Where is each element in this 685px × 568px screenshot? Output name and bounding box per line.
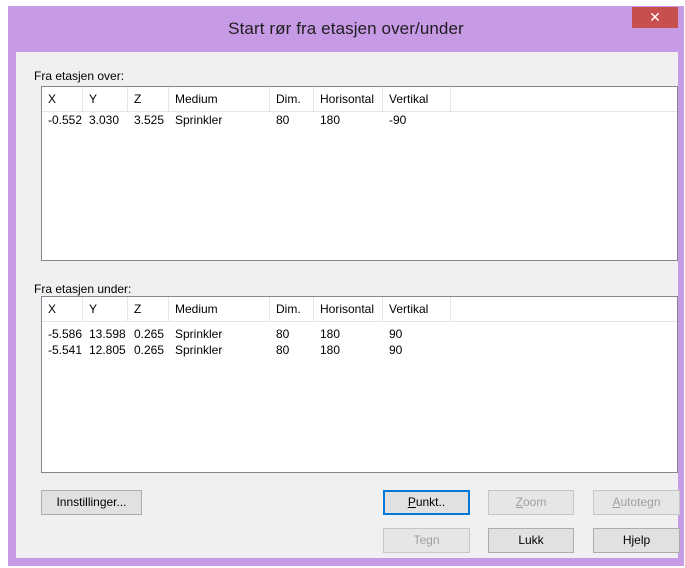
autotegn-label: utotegn [620,495,661,509]
autotegn-button[interactable]: Autotegn [593,490,680,515]
cell-z: 0.265 [134,343,165,357]
settings-button[interactable]: Innstillinger... [41,490,142,515]
table-row[interactable]: -5.541 12.805 0.265 Sprinkler 80 180 90 [42,342,677,358]
cell-dim: 80 [276,343,290,357]
above-listview[interactable]: X Y Z Medium Dim. Horisontal Vertikal -0… [41,86,678,261]
cell-vertikal: -90 [389,113,407,127]
above-list-header: X Y Z Medium Dim. Horisontal Vertikal [42,87,677,112]
cell-x: -0.552 [48,113,83,127]
zoom-button[interactable]: Zoom [488,490,574,515]
zoom-accel: Z [515,495,523,509]
col-header-vertikal[interactable]: Vertikal [383,297,451,321]
col-header-vertikal[interactable]: Vertikal [383,87,451,111]
zoom-label: oom [523,495,547,509]
title-bar[interactable]: Start rør fra etasjen over/under ✕ [8,6,684,52]
punkt-button[interactable]: Punkt.. [383,490,470,515]
cell-horisontal: 180 [320,113,341,127]
col-header-y[interactable]: Y [83,297,128,321]
cell-vertikal: 90 [389,343,403,357]
below-listview[interactable]: X Y Z Medium Dim. Horisontal Vertikal -5… [41,296,678,473]
cell-z: 0.265 [134,327,165,341]
hjelp-button[interactable]: Hjelp [593,528,680,553]
punkt-accel: P [407,495,416,509]
col-header-medium[interactable]: Medium [169,87,270,111]
dialog-client: Fra etasjen over: X Y Z Medium Dim. Hori… [16,52,680,558]
col-header-horisontal[interactable]: Horisontal [314,87,383,111]
cell-z: 3.525 [134,113,165,127]
hjelp-label-end: elp [634,533,651,547]
cell-x: -5.541 [48,343,83,357]
cell-medium: Sprinkler [175,343,223,357]
below-label: Fra etasjen under: [34,282,132,296]
table-row[interactable]: -0.552 3.030 3.525 Sprinkler 80 180 -90 [42,112,677,128]
below-list-header: X Y Z Medium Dim. Horisontal Vertikal [42,297,677,322]
col-header-x[interactable]: X [42,297,83,321]
close-button[interactable]: ✕ [632,7,678,28]
cell-medium: Sprinkler [175,113,223,127]
cell-x: -5.586 [48,327,83,341]
punkt-label: unkt.. [415,495,446,509]
cell-horisontal: 180 [320,343,341,357]
cell-y: 12.805 [89,343,126,357]
col-header-horisontal[interactable]: Horisontal [314,297,383,321]
col-header-z[interactable]: Z [128,297,169,321]
cell-y: 13.598 [89,327,126,341]
window-title: Start rør fra etasjen over/under [228,19,464,38]
above-label: Fra etasjen over: [34,69,125,83]
col-header-x[interactable]: X [42,87,83,111]
table-row[interactable]: -5.586 13.598 0.265 Sprinkler 80 180 90 [42,326,677,342]
col-header-dim[interactable]: Dim. [270,297,314,321]
col-header-medium[interactable]: Medium [169,297,270,321]
tegn-button[interactable]: Tegn [383,528,470,553]
col-header-dim[interactable]: Dim. [270,87,314,111]
close-icon: ✕ [649,9,661,25]
col-header-z[interactable]: Z [128,87,169,111]
cell-medium: Sprinkler [175,327,223,341]
cell-y: 3.030 [89,113,120,127]
dialog-window: Start rør fra etasjen over/under ✕ Fra e… [8,6,684,566]
cell-dim: 80 [276,327,290,341]
lukk-button[interactable]: Lukk [488,528,574,553]
cell-vertikal: 90 [389,327,403,341]
cell-dim: 80 [276,113,290,127]
cell-horisontal: 180 [320,327,341,341]
col-header-y[interactable]: Y [83,87,128,111]
